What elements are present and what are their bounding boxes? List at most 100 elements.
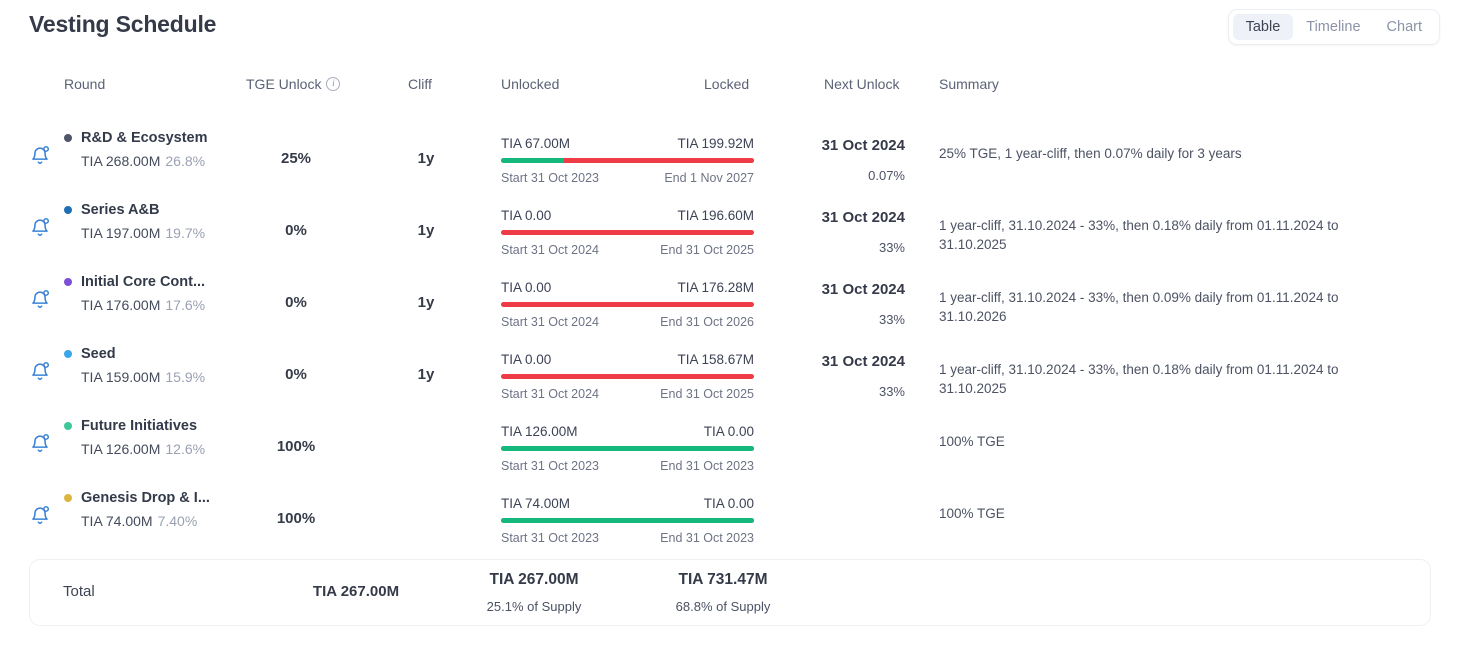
bar-date-labels: Start 31 Oct 2023 End 1 Nov 2027 [501,171,754,185]
round-amount: TIA 74.00M [81,513,153,529]
total-unlocked: TIA 267.00M 25.1% of Supply [434,571,634,614]
column-header-next-unlock: Next Unlock [824,76,900,92]
round-name: Series A&B [81,202,160,218]
vesting-start-date: Start 31 Oct 2023 [501,459,599,473]
bell-notification-icon[interactable] [29,504,51,526]
round-cell: Seed TIA 159.00M 15.9% [64,346,239,385]
total-locked-supply: 68.8% of Supply [675,599,771,614]
cell-summary: 1 year-cliff, 31.10.2024 - 33%, then 0.0… [939,290,1339,324]
vesting-end-date: End 31 Oct 2025 [660,243,754,257]
unlocked-bar-segment [501,446,754,451]
bell-notification-icon[interactable] [29,216,51,238]
column-header-summary: Summary [939,76,999,92]
vesting-end-date: End 31 Oct 2026 [660,315,754,329]
round-cell: Genesis Drop & I... TIA 74.00M 7.40% [64,490,239,529]
cell-next-unlock: 31 Oct 2024 0.07% [780,137,905,183]
cell-tge-unlock: 25% [280,150,312,167]
total-tge-unlock: TIA 267.00M [312,583,400,600]
round-name: Future Initiatives [81,418,198,434]
vesting-end-date: End 31 Oct 2023 [660,531,754,545]
view-toggle-chart[interactable]: Chart [1374,14,1435,40]
next-unlock-date: 31 Oct 2024 [821,209,905,226]
table-row[interactable]: Genesis Drop & I... TIA 74.00M 7.40% 100% TI… [0,478,1460,550]
cell-cliff: 1y [417,366,435,383]
cell-unlocked-amount: TIA 0.00 [501,208,552,223]
view-toggle-group[interactable]: Table Timeline Chart [1227,9,1440,45]
unlocked-bar-segment [501,158,565,163]
column-header-locked: Locked [704,76,750,92]
cell-summary: 1 year-cliff, 31.10.2024 - 33%, then 0.1… [939,362,1339,396]
round-amount-line: TIA 197.00M 19.7% [81,225,239,241]
column-header-cliff: Cliff [408,76,432,92]
bell-notification-icon[interactable] [29,360,51,382]
bar-amount-labels: TIA 0.00 TIA 176.28M [501,280,754,295]
round-cell: Future Initiatives TIA 126.00M 12.6% [64,418,239,457]
round-name: R&D & Ecosystem [81,130,208,146]
unlock-progress-bar [501,302,754,307]
bell-notification-icon[interactable] [29,432,51,454]
view-toggle-table[interactable]: Table [1232,14,1294,40]
table-header-row: Round TGE Unlock i Cliff Unlocked Locked… [0,76,1460,104]
round-amount: TIA 268.00M [81,153,161,169]
vesting-start-date: Start 31 Oct 2023 [501,171,599,185]
unlock-progress-group: TIA 0.00 TIA 158.67M Start 31 Oct 2024 End … [501,352,754,401]
vesting-schedule-page: Vesting Schedule Table Timeline Chart Roun… [0,0,1460,647]
bar-amount-labels: TIA 0.00 TIA 158.67M [501,352,754,367]
vesting-start-date: Start 31 Oct 2023 [501,531,599,545]
bell-notification-icon[interactable] [29,288,51,310]
cell-locked-amount: TIA 176.28M [677,280,754,295]
round-share: 15.9% [165,369,206,385]
bar-date-labels: Start 31 Oct 2024 End 31 Oct 2025 [501,387,754,401]
view-toggle-timeline[interactable]: Timeline [1293,14,1373,40]
round-name: Seed [81,346,116,362]
round-title-line: Series A&B [64,202,239,218]
table-row[interactable]: Initial Core Cont... TIA 176.00M 17.6% 0% 1y… [0,262,1460,334]
round-title-line: Initial Core Cont... [64,274,239,290]
cell-locked-amount: TIA 0.00 [703,424,754,439]
cell-unlocked-amount: TIA 0.00 [501,352,552,367]
unlock-progress-bar [501,518,754,523]
cell-locked-amount: TIA 199.92M [677,136,754,151]
round-color-dot [64,134,72,142]
unlock-progress-bar [501,158,754,163]
bar-amount-labels: TIA 67.00M TIA 199.92M [501,136,754,151]
next-unlock-date: 31 Oct 2024 [821,281,905,298]
round-title-line: Seed [64,346,239,362]
unlock-progress-group: TIA 0.00 TIA 176.28M Start 31 Oct 2024 End … [501,280,754,329]
next-unlock-percent: 0.07% [868,168,905,183]
table-row[interactable]: Series A&B TIA 197.00M 19.7% 0% 1y TIA 0.00 TI… [0,190,1460,262]
info-icon[interactable]: i [326,77,341,91]
vesting-start-date: Start 31 Oct 2024 [501,387,599,401]
column-header-tge-unlock-label: TGE Unlock [246,76,322,92]
round-amount: TIA 197.00M [81,225,161,241]
cell-next-unlock: 31 Oct 2024 33% [780,353,905,399]
round-share: 12.6% [165,441,206,457]
total-locked-amount: TIA 731.47M [678,571,768,588]
table-row[interactable]: Seed TIA 159.00M 15.9% 0% 1y TIA 0.00 TIA 158.… [0,334,1460,406]
table-row[interactable]: Future Initiatives TIA 126.00M 12.6% 100% TI… [0,406,1460,478]
unlock-progress-group: TIA 126.00M TIA 0.00 Start 31 Oct 2023 End … [501,424,754,473]
cell-locked-amount: TIA 196.60M [677,208,754,223]
table-body: R&D & Ecosystem TIA 268.00M 26.8% 25% 1y TIA … [0,118,1460,550]
cell-next-unlock: 31 Oct 2024 33% [780,209,905,255]
page-title: Vesting Schedule [29,11,217,37]
total-locked: TIA 731.47M 68.8% of Supply [623,571,823,614]
cell-tge-unlock: 0% [285,294,307,311]
locked-bar-segment [564,158,754,163]
cell-unlocked-amount: TIA 67.00M [501,136,571,151]
unlocked-bar-segment [501,518,754,523]
bell-notification-icon[interactable] [29,144,51,166]
next-unlock-percent: 33% [878,240,905,255]
round-title-line: Future Initiatives [64,418,239,434]
next-unlock-percent: 33% [878,384,905,399]
round-amount-line: TIA 74.00M 7.40% [81,513,239,529]
round-color-dot [64,278,72,286]
vesting-start-date: Start 31 Oct 2024 [501,243,599,257]
table-row[interactable]: R&D & Ecosystem TIA 268.00M 26.8% 25% 1y TIA … [0,118,1460,190]
page-header: Vesting Schedule Table Timeline Chart [0,0,1460,56]
round-amount-line: TIA 176.00M 17.6% [81,297,239,313]
locked-bar-segment [501,374,754,379]
round-share: 7.40% [157,513,198,529]
locked-bar-segment [501,302,754,307]
bar-date-labels: Start 31 Oct 2023 End 31 Oct 2023 [501,459,754,473]
